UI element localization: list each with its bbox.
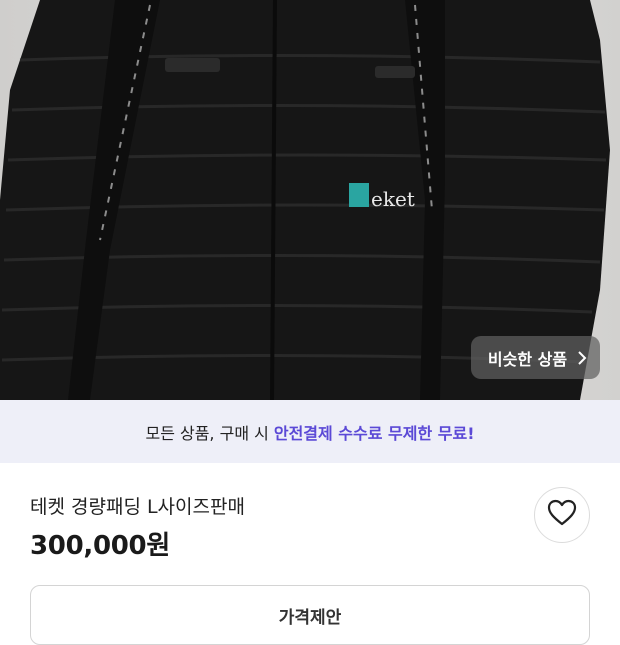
- price-offer-button[interactable]: 가격제안: [30, 585, 590, 645]
- similar-products-label: 비슷한 상품: [487, 349, 568, 369]
- banner-highlight-text: 안전결제 수수료 무제한 무료!: [273, 423, 475, 443]
- jacket-logo: eket: [371, 187, 415, 211]
- heart-icon: [547, 499, 577, 531]
- promo-banner[interactable]: 모든 상품, 구매 시 안전결제 수수료 무제한 무료!: [0, 400, 620, 463]
- price-offer-label: 가격제안: [278, 608, 342, 628]
- like-button[interactable]: [534, 487, 590, 543]
- product-price: 300,000원: [30, 531, 170, 561]
- chevron-right-icon: [577, 350, 587, 365]
- product-photo[interactable]: eket 비슷한 상품: [0, 0, 620, 400]
- banner-lead-text: 모든 상품, 구매 시: [145, 423, 269, 443]
- product-title: 테켓 경량패딩 L사이즈판매: [30, 496, 245, 518]
- similar-products-button[interactable]: 비슷한 상품: [471, 336, 600, 379]
